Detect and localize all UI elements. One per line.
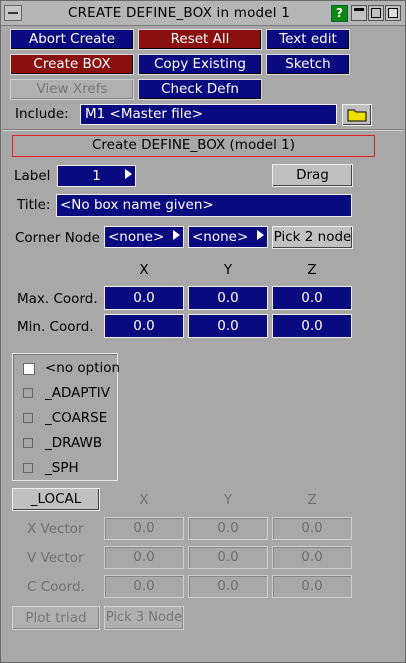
local-header-y: Y xyxy=(223,492,233,508)
min-z-field[interactable]: 0.0 xyxy=(272,314,352,338)
option-label: _SPH xyxy=(45,460,79,476)
corner-node-2-value: <none> xyxy=(192,229,249,245)
v-vector-x-field[interactable]: 0.0 xyxy=(104,546,184,569)
option-item[interactable]: _SPH xyxy=(21,460,117,478)
label-value: 1 xyxy=(92,168,101,184)
option-item[interactable]: <no option xyxy=(21,360,121,378)
v-vector-y-field[interactable]: 0.0 xyxy=(188,546,268,569)
option-item[interactable]: _ADAPTIV xyxy=(21,385,117,403)
sketch-button[interactable]: Sketch xyxy=(266,54,350,75)
min-coord-label: Min. Coord. xyxy=(17,319,94,335)
window-title: CREATE DEFINE_BOX in model 1 xyxy=(67,5,291,21)
window-menu-icon[interactable] xyxy=(4,5,22,21)
x-vector-label: X Vector xyxy=(27,521,84,537)
option-label: _ADAPTIV xyxy=(45,385,110,401)
plot-triad-button[interactable]: Plot triad xyxy=(12,606,100,630)
option-label: _COARSE xyxy=(45,410,108,426)
title-field[interactable]: <No box name given> xyxy=(56,194,352,217)
max-coord-label: Max. Coord. xyxy=(17,291,98,307)
include-label: Include: xyxy=(15,106,69,122)
label-label: Label xyxy=(14,168,51,184)
folder-button[interactable] xyxy=(342,104,372,126)
c-coord-x-field[interactable]: 0.0 xyxy=(104,575,184,598)
text-edit-button[interactable]: Text edit xyxy=(266,29,350,50)
min-x-field[interactable]: 0.0 xyxy=(104,314,184,338)
coord-header-y: Y xyxy=(223,262,233,278)
checkbox[interactable] xyxy=(23,363,35,375)
arrow-right-icon xyxy=(125,169,132,179)
title-bar[interactable]: CREATE DEFINE_BOX in model 1 ? xyxy=(1,1,405,26)
section-title: Create DEFINE_BOX (model 1) xyxy=(92,137,295,153)
pick-2-node-button[interactable]: Pick 2 node xyxy=(272,226,353,249)
min-y-field[interactable]: 0.0 xyxy=(188,314,268,338)
abort-create-button[interactable]: Abort Create xyxy=(10,29,134,50)
x-vector-y-field[interactable]: 0.0 xyxy=(188,517,268,540)
help-icon[interactable]: ? xyxy=(331,5,348,22)
c-coord-label: C Coord. xyxy=(27,579,85,595)
x-vector-x-field[interactable]: 0.0 xyxy=(104,517,184,540)
reset-all-button[interactable]: Reset All xyxy=(138,29,262,50)
max-x-field[interactable]: 0.0 xyxy=(104,286,184,310)
corner-node-label: Corner Node xyxy=(15,230,100,246)
corner-node-2-field[interactable]: <none> xyxy=(188,226,268,248)
option-item[interactable]: _COARSE xyxy=(21,410,117,428)
local-header-x: X xyxy=(139,492,149,508)
option-label: _DRAWB xyxy=(45,435,103,451)
separator xyxy=(3,129,403,131)
c-coord-z-field[interactable]: 0.0 xyxy=(272,575,352,598)
c-coord-y-field[interactable]: 0.0 xyxy=(188,575,268,598)
view-xrefs-button[interactable]: View Xrefs xyxy=(10,79,134,100)
max-y-field[interactable]: 0.0 xyxy=(188,286,268,310)
folder-icon xyxy=(347,109,367,122)
drag-button[interactable]: Drag xyxy=(272,164,353,187)
minimize-icon[interactable] xyxy=(351,5,367,21)
copy-existing-button[interactable]: Copy Existing xyxy=(138,54,262,75)
include-field[interactable]: M1 <Master file> xyxy=(80,104,337,125)
local-header-z: Z xyxy=(307,492,317,508)
arrow-right-icon xyxy=(173,230,180,240)
create-define-box-window: CREATE DEFINE_BOX in model 1 ? Abort Cre… xyxy=(0,0,406,663)
checkbox[interactable] xyxy=(23,388,33,398)
checkbox[interactable] xyxy=(23,463,33,473)
x-vector-z-field[interactable]: 0.0 xyxy=(272,517,352,540)
create-box-button[interactable]: Create BOX xyxy=(10,54,134,75)
checkbox[interactable] xyxy=(23,438,33,448)
arrow-right-icon xyxy=(257,230,264,240)
title-label: Title: xyxy=(17,197,51,213)
check-defn-button[interactable]: Check Defn xyxy=(138,79,262,100)
v-vector-z-field[interactable]: 0.0 xyxy=(272,546,352,569)
corner-node-1-value: <none> xyxy=(108,229,165,245)
coord-header-z: Z xyxy=(307,262,317,278)
option-list: <no option _ADAPTIV _COARSE _DRAWB _SPH xyxy=(12,353,121,481)
max-z-field[interactable]: 0.0 xyxy=(272,286,352,310)
option-label: <no option xyxy=(45,360,121,376)
corner-node-1-field[interactable]: <none> xyxy=(104,226,184,248)
maximize-icon[interactable] xyxy=(368,5,384,21)
local-button[interactable]: _LOCAL xyxy=(12,488,100,511)
close-icon[interactable] xyxy=(385,5,401,21)
v-vector-label: V Vector xyxy=(27,550,84,566)
checkbox[interactable] xyxy=(23,413,33,423)
option-item[interactable]: _DRAWB xyxy=(21,435,117,453)
label-field[interactable]: 1 xyxy=(57,165,136,187)
coord-header-x: X xyxy=(139,262,149,278)
pick-3-node-button[interactable]: Pick 3 Node xyxy=(104,606,184,630)
